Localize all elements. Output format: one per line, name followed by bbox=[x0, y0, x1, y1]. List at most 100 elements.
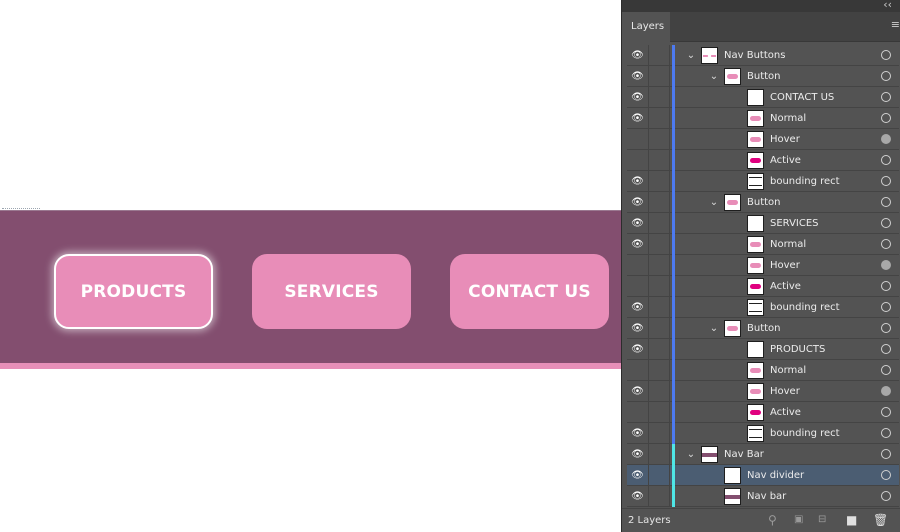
layer-name[interactable]: Normal bbox=[770, 360, 806, 381]
double-chevron-left-icon[interactable]: ‹‹ bbox=[883, 0, 892, 11]
layer-name[interactable]: Nav bar bbox=[747, 486, 786, 507]
lock-toggle[interactable] bbox=[649, 129, 670, 150]
layer-row[interactable]: 👁 bounding rect bbox=[627, 171, 899, 192]
layer-name[interactable]: Hover bbox=[770, 129, 800, 150]
artboard-canvas[interactable]: PRODUCTS SERVICES CONTACT US bbox=[0, 0, 621, 532]
lock-toggle[interactable] bbox=[649, 423, 670, 444]
target-circle-icon[interactable] bbox=[881, 92, 891, 102]
layer-name[interactable]: Nav divider bbox=[747, 465, 804, 486]
target-circle-icon[interactable] bbox=[881, 365, 891, 375]
target-circle-icon[interactable] bbox=[881, 134, 891, 144]
lock-toggle[interactable] bbox=[649, 192, 670, 213]
visibility-toggle[interactable] bbox=[627, 150, 649, 171]
layer-row[interactable]: Hover bbox=[627, 129, 899, 150]
lock-toggle[interactable] bbox=[649, 171, 670, 192]
target-circle-icon[interactable] bbox=[881, 113, 891, 123]
layer-row[interactable]: 👁 Normal bbox=[627, 108, 899, 129]
layer-row[interactable]: Active bbox=[627, 276, 899, 297]
visibility-toggle[interactable]: 👁 bbox=[627, 66, 649, 87]
services-nav-button[interactable]: SERVICES bbox=[252, 254, 411, 329]
visibility-toggle[interactable] bbox=[627, 402, 649, 423]
chevron-down-icon[interactable]: ⌄ bbox=[684, 444, 698, 465]
lock-toggle[interactable] bbox=[649, 255, 670, 276]
lock-toggle[interactable] bbox=[649, 465, 670, 486]
layer-row[interactable]: Hover bbox=[627, 255, 899, 276]
layer-name[interactable]: Active bbox=[770, 150, 801, 171]
visibility-toggle[interactable]: 👁 bbox=[627, 192, 649, 213]
hamburger-menu-icon[interactable]: ≡ bbox=[891, 18, 900, 31]
visibility-toggle[interactable]: 👁 bbox=[627, 108, 649, 129]
chevron-down-icon[interactable]: ⌄ bbox=[707, 192, 721, 213]
target-circle-icon[interactable] bbox=[881, 344, 891, 354]
layer-name[interactable]: Active bbox=[770, 276, 801, 297]
visibility-toggle[interactable]: 👁 bbox=[627, 234, 649, 255]
target-circle-icon[interactable] bbox=[881, 71, 891, 81]
trash-icon[interactable]: 🗑 bbox=[873, 513, 888, 527]
layer-row[interactable]: 👁 ⌄ Button bbox=[627, 192, 899, 213]
layer-name[interactable]: PRODUCTS bbox=[770, 339, 825, 360]
new-layer-icon[interactable]: ■ bbox=[846, 513, 857, 527]
target-circle-icon[interactable] bbox=[881, 407, 891, 417]
lock-toggle[interactable] bbox=[649, 87, 670, 108]
visibility-toggle[interactable] bbox=[627, 255, 649, 276]
visibility-toggle[interactable]: 👁 bbox=[627, 318, 649, 339]
make-clipping-mask-icon[interactable]: ▣ bbox=[794, 513, 803, 527]
chevron-down-icon[interactable]: ⌄ bbox=[707, 66, 721, 87]
lock-toggle[interactable] bbox=[649, 276, 670, 297]
lock-toggle[interactable] bbox=[649, 402, 670, 423]
target-circle-icon[interactable] bbox=[881, 239, 891, 249]
layer-row[interactable]: 👁 bounding rect bbox=[627, 423, 899, 444]
layer-row[interactable]: 👁 ⌄ Button bbox=[627, 318, 899, 339]
layer-row[interactable]: 👁 ⌄ Nav Buttons bbox=[627, 45, 899, 66]
layer-row[interactable]: Active bbox=[627, 402, 899, 423]
layer-name[interactable]: Button bbox=[747, 66, 781, 87]
layer-row[interactable]: Active bbox=[627, 150, 899, 171]
lock-toggle[interactable] bbox=[649, 360, 670, 381]
contact-us-nav-button[interactable]: CONTACT US bbox=[450, 254, 609, 329]
target-circle-icon[interactable] bbox=[881, 491, 891, 501]
lock-toggle[interactable] bbox=[649, 444, 670, 465]
layer-row[interactable]: Normal bbox=[627, 360, 899, 381]
visibility-toggle[interactable]: 👁 bbox=[627, 381, 649, 402]
lock-toggle[interactable] bbox=[649, 213, 670, 234]
visibility-toggle[interactable]: 👁 bbox=[627, 423, 649, 444]
lock-toggle[interactable] bbox=[649, 45, 670, 66]
layer-name[interactable]: Active bbox=[770, 402, 801, 423]
layer-row[interactable]: 👁 ⌄ Button bbox=[627, 66, 899, 87]
visibility-toggle[interactable]: 👁 bbox=[627, 444, 649, 465]
target-circle-icon[interactable] bbox=[881, 155, 891, 165]
target-circle-icon[interactable] bbox=[881, 281, 891, 291]
target-circle-icon[interactable] bbox=[881, 218, 891, 228]
layer-name[interactable]: Hover bbox=[770, 381, 800, 402]
layer-row[interactable]: 👁 PRODUCTS bbox=[627, 339, 899, 360]
layer-row[interactable]: 👁 ⌄ Nav Bar bbox=[627, 444, 899, 465]
products-nav-button[interactable]: PRODUCTS bbox=[54, 254, 213, 329]
lock-toggle[interactable] bbox=[649, 381, 670, 402]
lock-toggle[interactable] bbox=[649, 486, 670, 507]
visibility-toggle[interactable] bbox=[627, 360, 649, 381]
visibility-toggle[interactable]: 👁 bbox=[627, 297, 649, 318]
layer-name[interactable]: bounding rect bbox=[770, 171, 840, 192]
visibility-toggle[interactable] bbox=[627, 276, 649, 297]
layer-name[interactable]: bounding rect bbox=[770, 297, 840, 318]
visibility-toggle[interactable]: 👁 bbox=[627, 87, 649, 108]
lock-toggle[interactable] bbox=[649, 318, 670, 339]
layer-name[interactable]: Nav Buttons bbox=[724, 45, 785, 66]
layer-name[interactable]: Normal bbox=[770, 108, 806, 129]
layer-row[interactable]: 👁 bounding rect bbox=[627, 297, 899, 318]
layer-name[interactable]: Hover bbox=[770, 255, 800, 276]
tab-layers[interactable]: Layers bbox=[622, 12, 670, 42]
lock-toggle[interactable] bbox=[649, 297, 670, 318]
search-icon[interactable]: ⚲ bbox=[768, 513, 777, 527]
visibility-toggle[interactable]: 👁 bbox=[627, 213, 649, 234]
target-circle-icon[interactable] bbox=[881, 260, 891, 270]
lock-toggle[interactable] bbox=[649, 108, 670, 129]
target-circle-icon[interactable] bbox=[881, 197, 891, 207]
layer-row[interactable]: 👁 Normal bbox=[627, 234, 899, 255]
layer-row[interactable]: 👁 Nav bar bbox=[627, 486, 899, 507]
visibility-toggle[interactable]: 👁 bbox=[627, 486, 649, 507]
create-sublayer-icon[interactable]: ⊟ bbox=[818, 513, 826, 527]
target-circle-icon[interactable] bbox=[881, 302, 891, 312]
layer-name[interactable]: SERVICES bbox=[770, 213, 819, 234]
target-circle-icon[interactable] bbox=[881, 428, 891, 438]
